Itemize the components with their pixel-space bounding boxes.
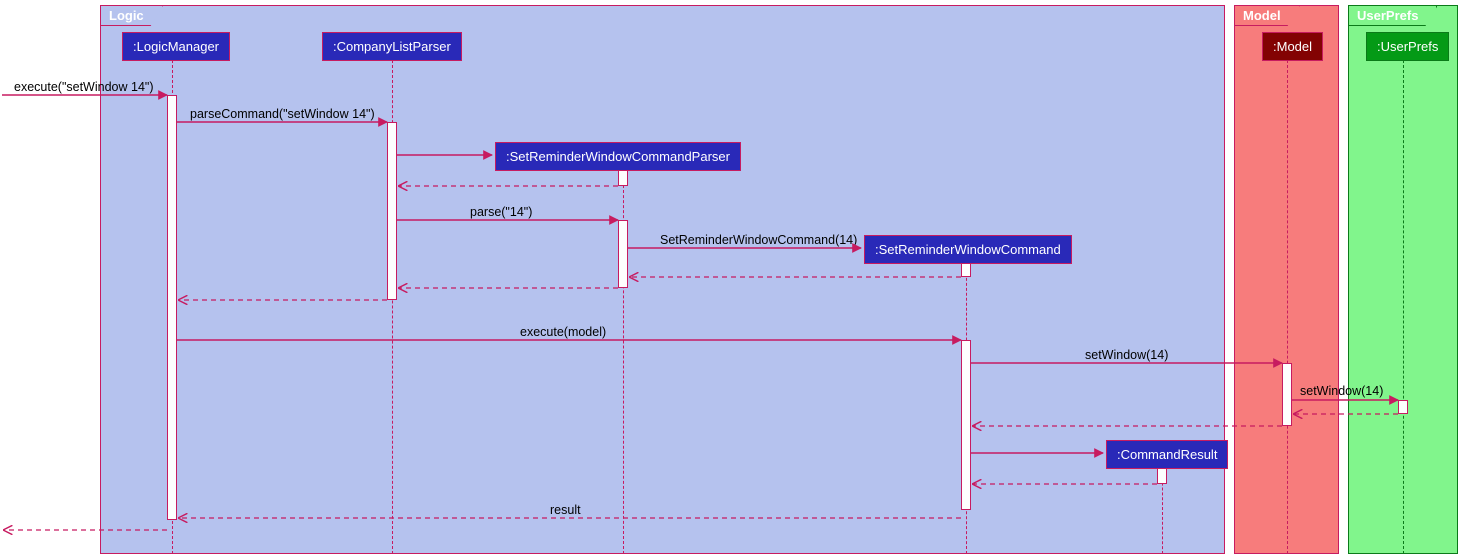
activation-companyparser <box>387 122 397 300</box>
participant-cmdresult: :CommandResult <box>1106 440 1228 469</box>
activation-model <box>1282 363 1292 426</box>
activation-srwcmd-2 <box>961 340 971 510</box>
label-execute-setwindow: execute("setWindow 14") <box>14 80 154 94</box>
participant-userprefs: :UserPrefs <box>1366 32 1449 61</box>
frame-logic-label: Logic <box>101 6 163 26</box>
activation-userprefs <box>1398 400 1408 414</box>
activation-srwcmdparser-1 <box>618 170 628 186</box>
label-parsecommand: parseCommand("setWindow 14") <box>190 107 375 121</box>
participant-logicmanager: :LogicManager <box>122 32 230 61</box>
label-srwcmd-ctor: SetReminderWindowCommand(14) <box>660 233 857 247</box>
participant-model: :Model <box>1262 32 1323 61</box>
label-setwindow-userprefs: setWindow(14) <box>1300 384 1383 398</box>
label-result: result <box>550 503 581 517</box>
label-execute-model: execute(model) <box>520 325 606 339</box>
activation-logicmanager <box>167 95 177 520</box>
label-parse14: parse("14") <box>470 205 532 219</box>
label-setwindow-model: setWindow(14) <box>1085 348 1168 362</box>
participant-srwcmd: :SetReminderWindowCommand <box>864 235 1072 264</box>
participant-companyparser: :CompanyListParser <box>322 32 462 61</box>
frame-model-label: Model <box>1235 6 1300 26</box>
activation-cmdresult <box>1157 468 1167 484</box>
activation-srwcmd-1 <box>961 263 971 277</box>
lifeline-userprefs <box>1403 60 1404 554</box>
frame-userprefs-label: UserPrefs <box>1349 6 1437 26</box>
activation-srwcmdparser-2 <box>618 220 628 288</box>
participant-srwcmdparser: :SetReminderWindowCommandParser <box>495 142 741 171</box>
lifeline-model <box>1287 60 1288 554</box>
frame-logic: Logic <box>100 5 1225 554</box>
